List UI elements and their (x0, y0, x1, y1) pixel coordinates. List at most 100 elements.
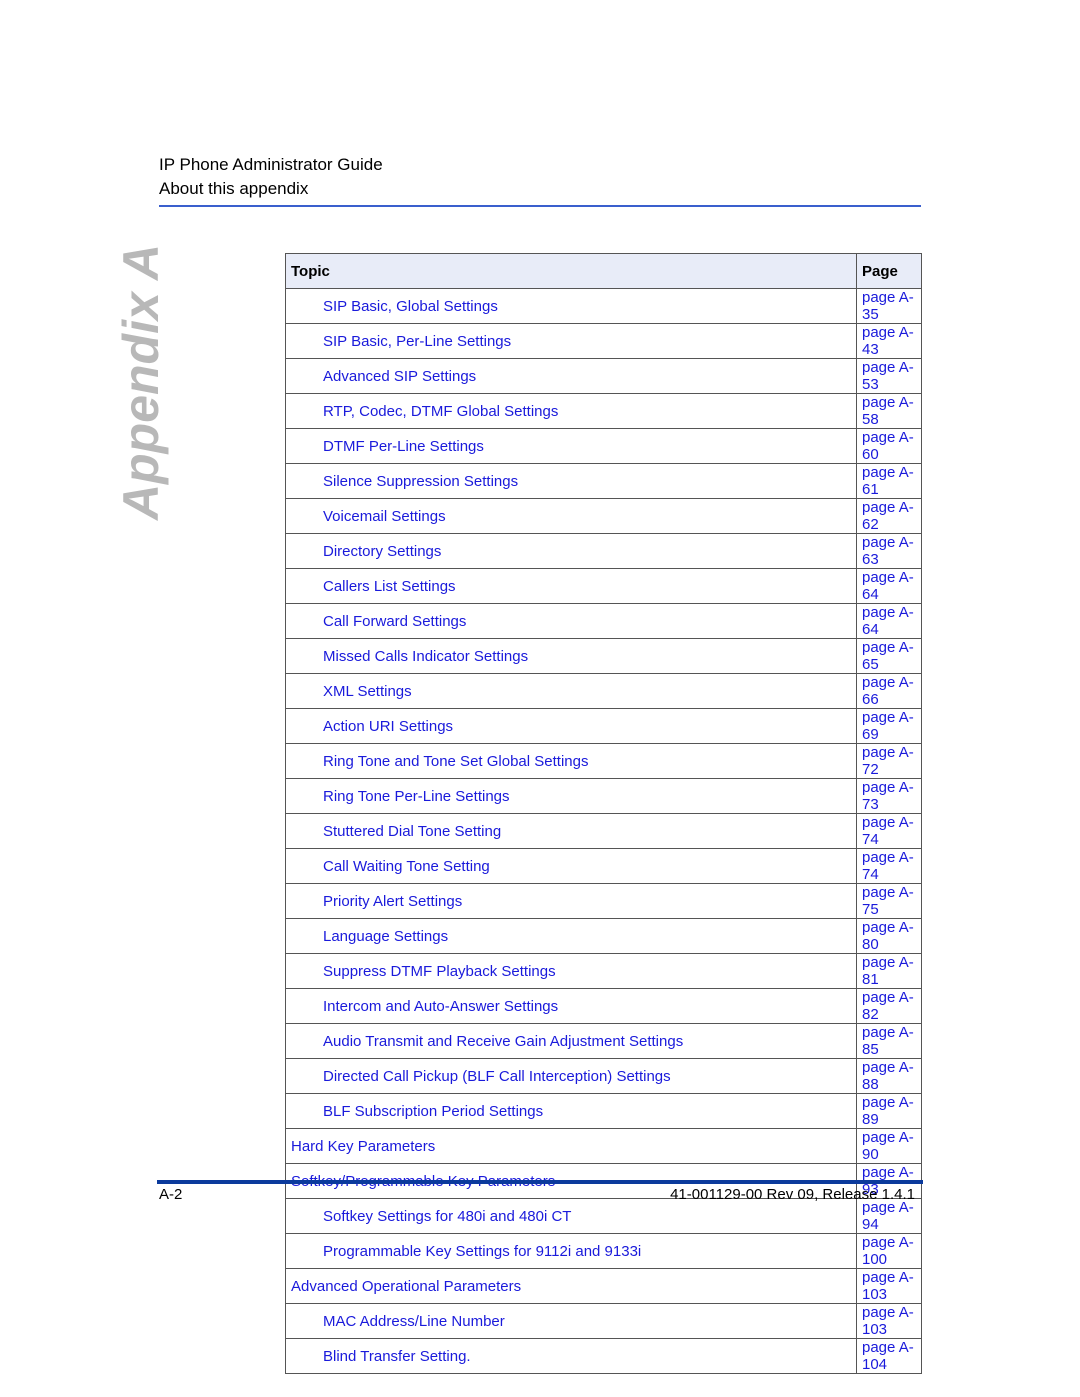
section-title: About this appendix (159, 179, 309, 198)
topic-cell: Voicemail Settings (285, 498, 857, 534)
topic-link[interactable]: Action URI Settings (323, 718, 453, 735)
topic-cell: Directed Call Pickup (BLF Call Intercept… (285, 1058, 857, 1094)
topic-link[interactable]: Missed Calls Indicator Settings (323, 648, 528, 665)
table-row: SIP Basic, Global Settings page A-35 (285, 288, 922, 324)
topic-link[interactable]: Advanced Operational Parameters (291, 1278, 521, 1295)
topic-cell: RTP, Codec, DTMF Global Settings (285, 393, 857, 429)
topic-link[interactable]: Priority Alert Settings (323, 893, 462, 910)
page-link[interactable]: page A-65 (862, 639, 914, 673)
table-row: Stuttered Dial Tone Setting page A-74 (285, 813, 922, 849)
topic-link[interactable]: Directory Settings (323, 543, 441, 560)
topic-link[interactable]: Ring Tone Per-Line Settings (323, 788, 510, 805)
page-link[interactable]: page A-43 (862, 324, 914, 358)
page-link[interactable]: page A-66 (862, 674, 914, 708)
page-link[interactable]: page A-69 (862, 709, 914, 743)
page-link[interactable]: page A-64 (862, 604, 914, 638)
topic-link[interactable]: Hard Key Parameters (291, 1138, 435, 1155)
page-link[interactable]: page A-81 (862, 954, 914, 988)
topic-link[interactable]: Blind Transfer Setting. (323, 1348, 471, 1365)
topic-link[interactable]: Voicemail Settings (323, 508, 446, 525)
page-link[interactable]: page A-73 (862, 779, 914, 813)
topic-link[interactable]: Language Settings (323, 928, 448, 945)
page-cell: page A-90 (856, 1128, 922, 1164)
table-row: Softkey Settings for 480i and 480i CT pag… (285, 1198, 922, 1234)
page-link[interactable]: page A-58 (862, 394, 914, 428)
topic-link[interactable]: Intercom and Auto-Answer Settings (323, 998, 558, 1015)
table-row: Missed Calls Indicator Settings page A-65 (285, 638, 922, 674)
topic-link[interactable]: Call Forward Settings (323, 613, 466, 630)
topic-cell: Audio Transmit and Receive Gain Adjustme… (285, 1023, 857, 1059)
page-link[interactable]: page A-90 (862, 1129, 914, 1163)
page-link[interactable]: page A-104 (862, 1339, 914, 1373)
page-link[interactable]: page A-64 (862, 569, 914, 603)
topic-cell: Directory Settings (285, 533, 857, 569)
page-link[interactable]: page A-89 (862, 1094, 914, 1128)
topic-link[interactable]: BLF Subscription Period Settings (323, 1103, 543, 1120)
page-cell: page A-103 (856, 1268, 922, 1304)
page-link[interactable]: page A-53 (862, 359, 914, 393)
topic-link[interactable]: Callers List Settings (323, 578, 456, 595)
page-link[interactable]: page A-74 (862, 814, 914, 848)
topic-link[interactable]: Silence Suppression Settings (323, 473, 518, 490)
topic-cell: Language Settings (285, 918, 857, 954)
page-link[interactable]: page A-63 (862, 534, 914, 568)
table-row: Call Waiting Tone Setting page A-74 (285, 848, 922, 884)
topic-link[interactable]: Ring Tone and Tone Set Global Settings (323, 753, 588, 770)
topic-link[interactable]: Call Waiting Tone Setting (323, 858, 490, 875)
page-link[interactable]: page A-80 (862, 919, 914, 953)
topic-link[interactable]: Advanced SIP Settings (323, 368, 476, 385)
topic-cell: MAC Address/Line Number (285, 1303, 857, 1339)
page-number: A-2 (159, 1186, 183, 1203)
topic-cell: Priority Alert Settings (285, 883, 857, 919)
topic-cell: Ring Tone Per-Line Settings (285, 778, 857, 814)
topic-link[interactable]: SIP Basic, Per-Line Settings (323, 333, 511, 350)
page-cell: page A-100 (856, 1233, 922, 1269)
page-link[interactable]: page A-103 (862, 1304, 914, 1338)
topic-cell: Suppress DTMF Playback Settings (285, 953, 857, 989)
topic-cell: Call Forward Settings (285, 603, 857, 639)
table-row: Ring Tone and Tone Set Global Settings pa… (285, 743, 922, 779)
topic-cell: Ring Tone and Tone Set Global Settings (285, 743, 857, 779)
table-row: Priority Alert Settings page A-75 (285, 883, 922, 919)
table-row: Voicemail Settings page A-62 (285, 498, 922, 534)
topic-link[interactable]: Programmable Key Settings for 9112i and … (323, 1243, 641, 1260)
page-link[interactable]: page A-75 (862, 884, 914, 918)
table-row: Advanced SIP Settings page A-53 (285, 358, 922, 394)
page-cell: page A-82 (856, 988, 922, 1024)
table-row: XML Settings page A-66 (285, 673, 922, 709)
topic-link[interactable]: RTP, Codec, DTMF Global Settings (323, 403, 558, 420)
page-link[interactable]: page A-82 (862, 989, 914, 1023)
table-row: SIP Basic, Per-Line Settings page A-43 (285, 323, 922, 359)
topic-link[interactable]: Directed Call Pickup (BLF Call Intercept… (323, 1068, 671, 1085)
topic-link[interactable]: XML Settings (323, 683, 412, 700)
topic-link[interactable]: Audio Transmit and Receive Gain Adjustme… (323, 1033, 683, 1050)
page-link[interactable]: page A-94 (862, 1199, 914, 1233)
page-link[interactable]: page A-60 (862, 429, 914, 463)
page-link[interactable]: page A-61 (862, 464, 914, 498)
topic-link[interactable]: Stuttered Dial Tone Setting (323, 823, 501, 840)
topic-link[interactable]: MAC Address/Line Number (323, 1313, 505, 1330)
topic-cell: DTMF Per-Line Settings (285, 428, 857, 464)
page-link[interactable]: page A-103 (862, 1269, 914, 1303)
page-cell: page A-63 (856, 533, 922, 569)
table-row: DTMF Per-Line Settings page A-60 (285, 428, 922, 464)
document-title: IP Phone Administrator Guide (159, 155, 383, 174)
topic-link[interactable]: Softkey Settings for 480i and 480i CT (323, 1208, 571, 1225)
page-cell: page A-64 (856, 568, 922, 604)
topic-link[interactable]: Suppress DTMF Playback Settings (323, 963, 556, 980)
topic-link[interactable]: DTMF Per-Line Settings (323, 438, 484, 455)
page-link[interactable]: page A-88 (862, 1059, 914, 1093)
page-cell: page A-88 (856, 1058, 922, 1094)
page-link[interactable]: page A-74 (862, 849, 914, 883)
topic-column-header: Topic (285, 253, 857, 289)
topic-link[interactable]: SIP Basic, Global Settings (323, 298, 498, 315)
page-link[interactable]: page A-62 (862, 499, 914, 533)
page-link[interactable]: page A-72 (862, 744, 914, 778)
page-link[interactable]: page A-85 (862, 1024, 914, 1058)
topic-cell: Advanced SIP Settings (285, 358, 857, 394)
page-link[interactable]: page A-100 (862, 1234, 914, 1268)
table-row: Silence Suppression Settings page A-61 (285, 463, 922, 499)
page-link[interactable]: page A-35 (862, 289, 914, 323)
page-cell: page A-75 (856, 883, 922, 919)
page-cell: page A-104 (856, 1338, 922, 1374)
